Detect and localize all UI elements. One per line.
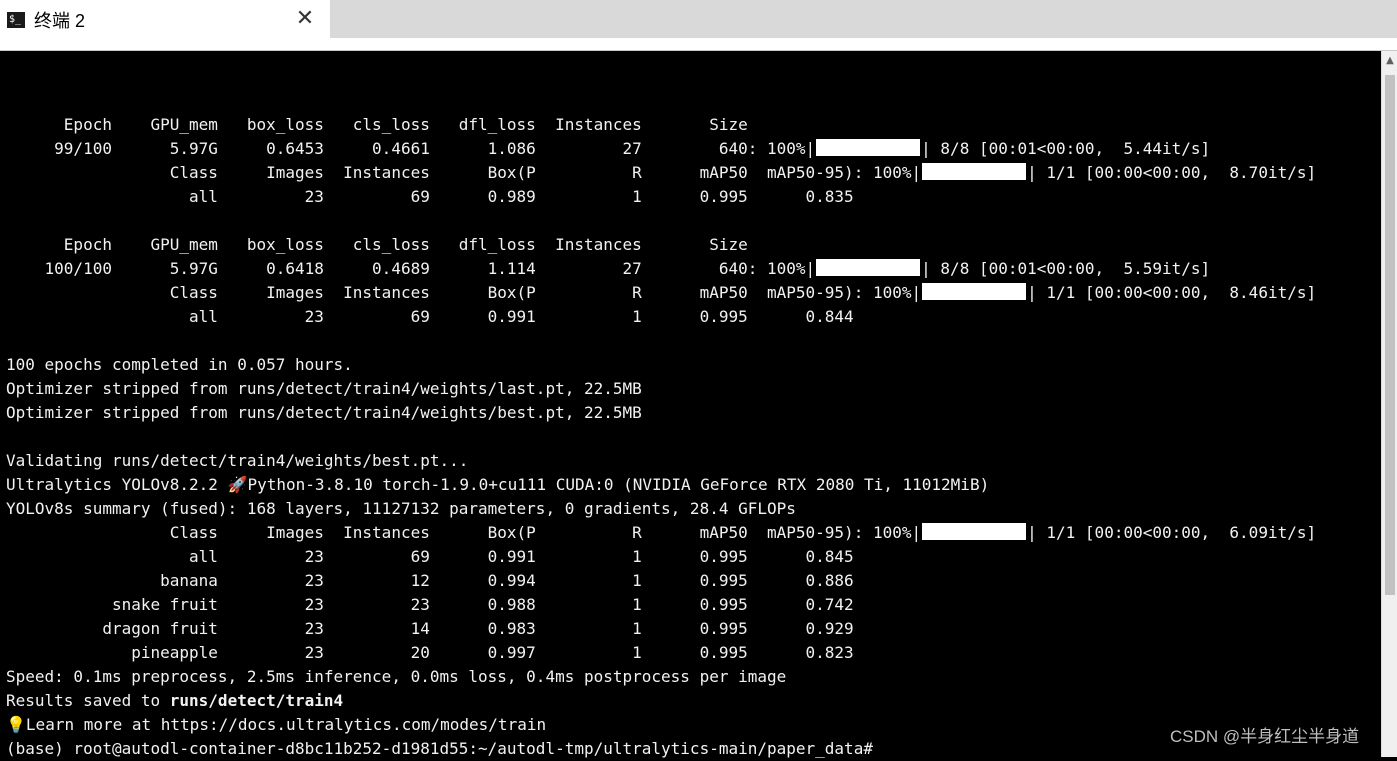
terminal-line: all 23 69 0.989 1 0.995 0.835 [6,187,854,206]
terminal-line: Optimizer stripped from runs/detect/trai… [6,379,642,398]
terminal-line: Epoch GPU_mem box_loss cls_loss dfl_loss… [6,115,748,134]
vertical-scrollbar[interactable]: ▲ [1381,51,1397,757]
terminal-icon: $_ [7,12,25,28]
tab-bar: $_ 终端 2 ✕ [0,0,1397,51]
terminal-line: Optimizer stripped from runs/detect/trai… [6,403,642,422]
terminal-line: 💡Learn more at https://docs.ultralytics.… [6,715,547,734]
progress-bar [922,163,1027,180]
terminal-line: pineapple 23 20 0.997 1 0.995 0.823 [6,643,854,662]
terminal-line: 100/100 5.97G 0.6418 0.4689 1.114 27 640… [6,259,1211,278]
progress-bar [816,139,921,156]
watermark: CSDN @半身红尘半身道 [1170,727,1360,746]
progress-bar [922,523,1027,540]
terminal-line: banana 23 12 0.994 1 0.995 0.886 [6,571,854,590]
terminal-line: Validating runs/detect/train4/weights/be… [6,451,469,470]
terminal-line: 99/100 5.97G 0.6453 0.4661 1.086 27 640:… [6,139,1211,158]
terminal-line: all 23 69 0.991 1 0.995 0.845 [6,547,854,566]
tab-title: 终端 2 [34,11,86,31]
terminal-line: (base) root@autodl-container-d8bc11b252-… [6,739,873,758]
terminal-line: snake fruit 23 23 0.988 1 0.995 0.742 [6,595,854,614]
scroll-thumb[interactable] [1385,75,1395,595]
terminal-line: Results saved to runs/detect/train4 [6,691,344,710]
terminal-line: YOLOv8s summary (fused): 168 layers, 111… [6,499,796,518]
tab-bar-empty-area [330,0,1397,38]
terminal-output[interactable]: Epoch GPU_mem box_loss cls_loss dfl_loss… [0,51,1380,758]
scroll-up-arrow-icon[interactable]: ▲ [1382,53,1397,69]
tab-terminal-2[interactable]: $_ 终端 2 ✕ [0,0,330,42]
terminal-lines: Epoch GPU_mem box_loss cls_loss dfl_loss… [6,89,1316,761]
terminal-line: Epoch GPU_mem box_loss cls_loss dfl_loss… [6,235,748,254]
terminal-line: Ultralytics YOLOv8.2.2 🚀Python-3.8.10 to… [6,475,990,494]
terminal-line: Class Images Instances Box(P R mAP50 mAP… [6,283,1317,302]
progress-bar [816,259,921,276]
terminal-line: 100 epochs completed in 0.057 hours. [6,355,353,374]
terminal-line: all 23 69 0.991 1 0.995 0.844 [6,307,854,326]
progress-bar [922,283,1027,300]
terminal-line: Speed: 0.1ms preprocess, 2.5ms inference… [6,667,787,686]
close-icon[interactable]: ✕ [292,6,318,32]
terminal-line: dragon fruit 23 14 0.983 1 0.995 0.929 [6,619,854,638]
terminal-line: Class Images Instances Box(P R mAP50 mAP… [6,523,1317,542]
terminal-line: Class Images Instances Box(P R mAP50 mAP… [6,163,1317,182]
results-path: runs/detect/train4 [169,691,344,710]
